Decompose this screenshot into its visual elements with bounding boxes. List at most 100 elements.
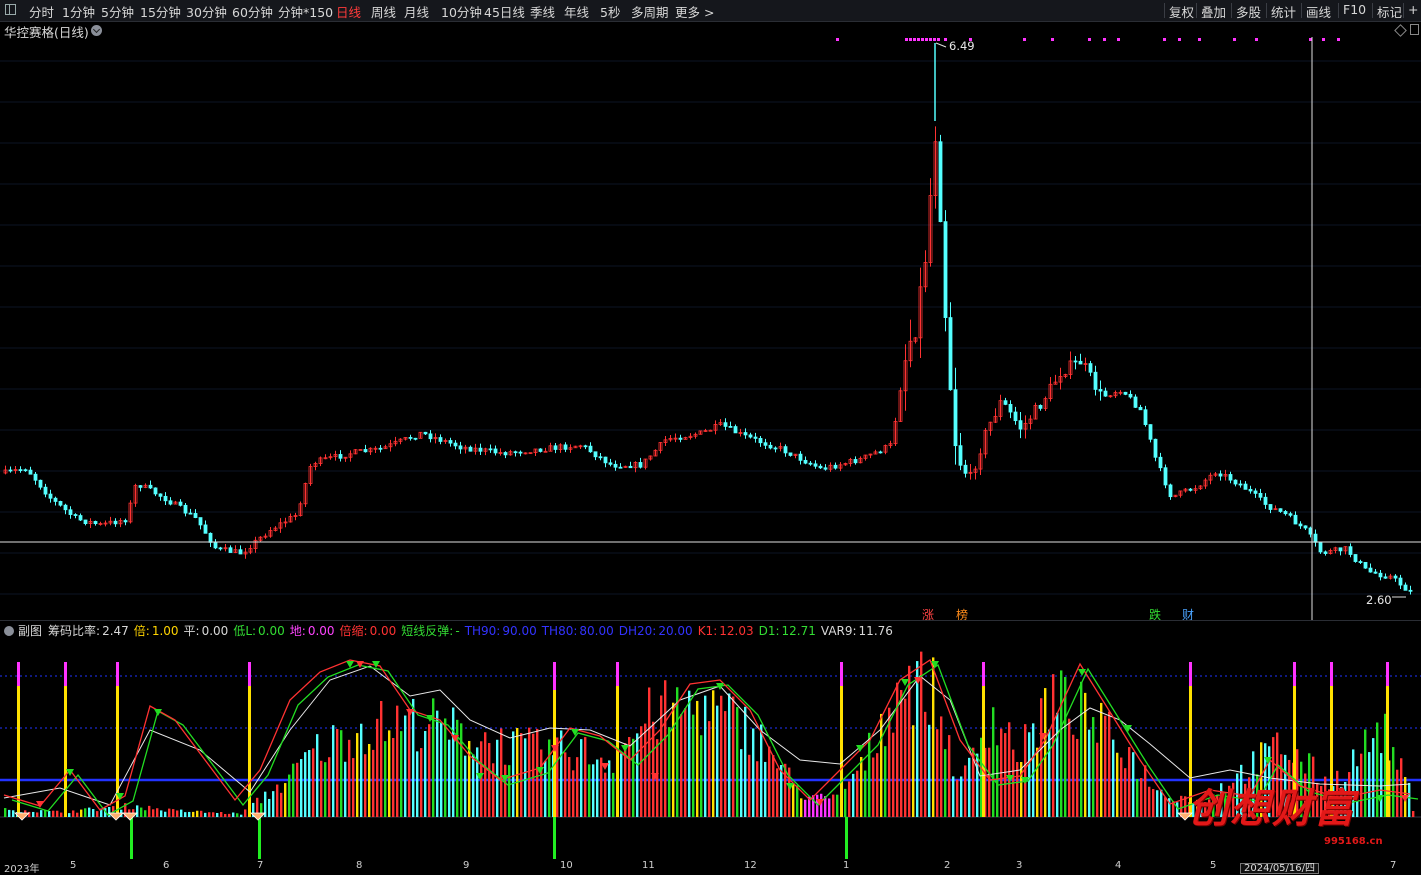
period-tab-9[interactable]: 月线 (404, 2, 429, 21)
period-tab-2[interactable]: 5分钟 (101, 2, 134, 21)
histogram-bar (900, 689, 903, 817)
histogram-bar (92, 809, 95, 817)
period-tab-3[interactable]: 15分钟 (140, 2, 181, 21)
period-tab-0[interactable]: 分时 (29, 2, 54, 21)
histogram-bar (4, 808, 7, 817)
candle-body (28, 469, 33, 475)
sidebar-toggle-icon[interactable] (5, 4, 16, 15)
histogram-bar (180, 809, 183, 817)
candle-body (1158, 456, 1163, 469)
subchart-chevron-icon[interactable] (4, 626, 14, 636)
histogram-bar (580, 739, 583, 817)
histogram-bar (316, 734, 319, 817)
candle-body (23, 469, 28, 472)
toolbar-button-4[interactable]: 画线 (1306, 2, 1331, 21)
histogram-bar (872, 757, 875, 817)
toolbar-button-3[interactable]: 统计 (1271, 2, 1296, 21)
candle-body (448, 440, 453, 444)
histogram-bar (708, 721, 711, 817)
signal-dot (1163, 38, 1166, 41)
period-tab-8[interactable]: 周线 (371, 2, 396, 21)
toolbar-button-0[interactable]: 复权 (1169, 2, 1194, 21)
candle-body (513, 451, 518, 454)
histogram-bar (876, 753, 879, 817)
histogram-bar (720, 695, 723, 817)
histogram-bar (148, 805, 151, 817)
candle-body (58, 501, 63, 506)
histogram-bar (988, 747, 991, 817)
period-tab-4[interactable]: 30分钟 (186, 2, 227, 21)
signal-dot (937, 38, 940, 41)
histogram-bar (448, 739, 451, 817)
histogram-bar (32, 811, 35, 817)
toolbar-button-7[interactable]: + (1408, 2, 1418, 17)
candle-body (1168, 484, 1173, 498)
histogram-bar (664, 680, 667, 817)
histogram-bar (1400, 758, 1403, 817)
signal-bar-top (1293, 662, 1296, 686)
histogram-bar (744, 706, 747, 817)
candle-body (1163, 467, 1168, 486)
toolbar-separator (1196, 3, 1197, 18)
candle-body (123, 520, 128, 523)
histogram-bar (1164, 797, 1167, 817)
period-tab-5[interactable]: 60分钟 (232, 2, 273, 21)
subchart-title: 副图 (18, 624, 43, 638)
candle-body (438, 437, 443, 442)
period-tab-1[interactable]: 1分钟 (62, 2, 95, 21)
candle-body (93, 521, 98, 525)
toolbar-button-6[interactable]: 标记 (1377, 2, 1402, 21)
period-tab-14[interactable]: 5秒 (600, 2, 620, 21)
candle-body (618, 466, 623, 469)
histogram-bar (1412, 811, 1415, 817)
histogram-bar (760, 724, 763, 817)
toolbar-button-5[interactable]: F10 (1343, 2, 1366, 17)
period-tab-11[interactable]: 45日线 (484, 2, 525, 21)
period-tab-12[interactable]: 季线 (530, 2, 555, 21)
candle-body (813, 463, 818, 467)
histogram-bar (1368, 752, 1371, 817)
histogram-bar (640, 726, 643, 817)
histogram-bar (296, 762, 299, 817)
toolbar-separator (1403, 3, 1404, 18)
histogram-bar (848, 781, 851, 817)
candle-body (818, 465, 823, 469)
period-tab-13[interactable]: 年线 (564, 2, 589, 21)
period-tab-6[interactable]: 分钟*150 (278, 2, 333, 21)
histogram-bar (796, 785, 799, 817)
indicator-value: 0.00 (369, 624, 397, 638)
histogram-bar (192, 811, 195, 817)
period-tab-7[interactable]: 日线 (336, 2, 361, 21)
toolbar-button-1[interactable]: 叠加 (1201, 2, 1226, 21)
histogram-bar (1160, 789, 1163, 817)
histogram-bar (356, 733, 359, 817)
candlestick-chart[interactable] (0, 21, 1421, 620)
candle-body (203, 524, 208, 534)
period-tab-10[interactable]: 10分钟 (441, 2, 482, 21)
histogram-bar (460, 723, 463, 817)
candle-body (743, 432, 748, 436)
indicator-value: 0.00 (307, 624, 335, 638)
indicator-6: 短线反弹: - (401, 624, 459, 638)
histogram-bar (860, 756, 863, 817)
candle-body (583, 445, 588, 448)
histogram-bar (1008, 722, 1011, 817)
histogram-bar (1112, 739, 1115, 817)
toolbar-separator (1372, 3, 1373, 18)
period-tab-15[interactable]: 多周期 (631, 2, 669, 21)
toolbar-button-2[interactable]: 多股 (1236, 2, 1261, 21)
candle-body (1258, 493, 1263, 498)
indicator-value: 12.71 (781, 624, 816, 638)
histogram-bar (328, 757, 331, 817)
histogram-bar (332, 725, 335, 817)
period-tab-16[interactable]: 更多 > (675, 2, 714, 21)
signal-dot (905, 38, 908, 41)
histogram-bar (384, 741, 387, 817)
histogram-bar (608, 760, 611, 817)
signal-bar-top (64, 662, 67, 686)
histogram-bar (544, 760, 547, 817)
candle-body (833, 464, 838, 469)
bottom-spike (258, 817, 261, 859)
candle-body (733, 426, 738, 434)
histogram-bar (464, 755, 467, 817)
